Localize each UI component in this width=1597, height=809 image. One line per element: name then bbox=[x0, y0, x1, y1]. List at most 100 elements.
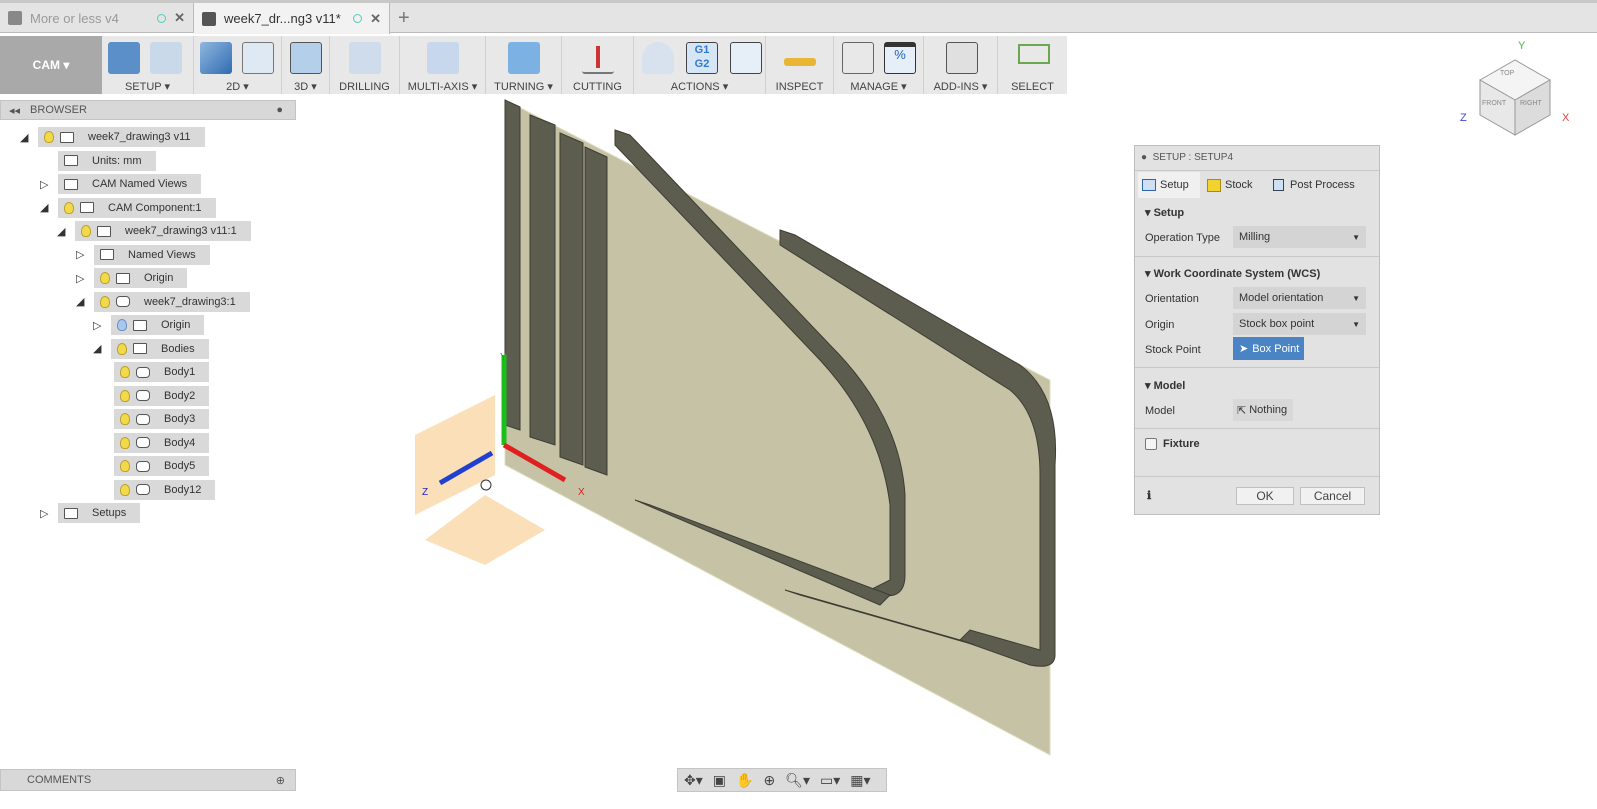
visibility-bulb-icon[interactable] bbox=[117, 319, 127, 331]
close-icon[interactable]: ✕ bbox=[370, 11, 381, 27]
setup-section-header[interactable]: ▾ Setup bbox=[1145, 206, 1184, 219]
checkbox-icon[interactable] bbox=[1145, 438, 1157, 450]
3d-viewport[interactable]: Y X Z bbox=[400, 95, 1100, 765]
new-tab-button[interactable]: + bbox=[390, 3, 418, 33]
simulate-icon[interactable] bbox=[642, 42, 674, 74]
tab-setup[interactable]: Setup bbox=[1138, 172, 1200, 198]
visibility-bulb-icon[interactable] bbox=[81, 225, 91, 237]
display-settings-icon[interactable]: ▭▾ bbox=[820, 772, 840, 789]
setup-sheet-icon[interactable] bbox=[730, 42, 762, 74]
visibility-bulb-icon[interactable] bbox=[64, 201, 74, 214]
browser-item[interactable]: Units: mm bbox=[40, 150, 156, 171]
add-ins-group[interactable]: ADD-INS ▾ bbox=[924, 36, 998, 94]
inspect-group[interactable]: INSPECT bbox=[766, 36, 834, 94]
model-selection-button[interactable]: ⇱ Nothing bbox=[1233, 399, 1293, 421]
visibility-bulb-icon[interactable] bbox=[120, 436, 130, 449]
folder-setup-icon[interactable] bbox=[150, 42, 182, 74]
grid-icon[interactable]: ▦▾ bbox=[850, 772, 870, 789]
expanded-triangle-icon[interactable]: ◢ bbox=[93, 342, 107, 355]
task-manager-icon[interactable]: % bbox=[884, 42, 916, 74]
tab-more-or-less-v4[interactable]: More or less v4 ✕ bbox=[0, 3, 194, 33]
visibility-bulb-icon[interactable] bbox=[117, 342, 127, 355]
browser-item[interactable]: Body3 bbox=[110, 409, 210, 429]
cutting-icon[interactable] bbox=[582, 42, 614, 74]
browser-item-pill[interactable]: Units: mm bbox=[58, 150, 156, 171]
comments-panel[interactable]: COMMENTS ⊕ bbox=[0, 769, 296, 791]
browser-item[interactable]: ◢ Bodies bbox=[93, 338, 209, 359]
setup-group[interactable]: SETUP ▾ bbox=[102, 36, 194, 94]
tab-post-process[interactable]: Post Process bbox=[1269, 172, 1379, 198]
add-comment-icon[interactable]: ⊕ bbox=[276, 774, 285, 787]
model-section-header[interactable]: ▾ Model bbox=[1145, 379, 1185, 392]
3d-group[interactable]: 3D ▾ bbox=[282, 36, 330, 94]
tab-week7-drawing3[interactable]: week7_dr...ng3 v11* ✕ bbox=[194, 3, 390, 34]
browser-item-pill[interactable]: Body3 bbox=[114, 409, 210, 429]
visibility-bulb-icon[interactable] bbox=[100, 295, 110, 308]
browser-item[interactable]: ◢ week7_drawing3 v11:1 bbox=[57, 221, 251, 241]
browser-item[interactable]: ▷ Setups bbox=[40, 503, 141, 523]
browser-item-pill[interactable]: week7_drawing3 v11:1 bbox=[75, 221, 251, 241]
collapsed-triangle-icon[interactable]: ▷ bbox=[40, 507, 54, 520]
minimize-icon[interactable]: ● bbox=[276, 104, 283, 116]
browser-item[interactable]: ▷ Origin bbox=[93, 315, 205, 335]
orientation-select[interactable]: Model orientation ▼ bbox=[1233, 287, 1366, 309]
browser-item-pill[interactable]: Bodies bbox=[111, 338, 209, 359]
scripts-icon[interactable] bbox=[946, 42, 978, 74]
new-setup-icon[interactable] bbox=[108, 42, 140, 74]
browser-item-pill[interactable]: CAM Named Views bbox=[58, 174, 202, 194]
visibility-bulb-icon[interactable] bbox=[120, 366, 130, 378]
visibility-bulb-icon[interactable] bbox=[44, 131, 54, 143]
collapsed-triangle-icon[interactable]: ▷ bbox=[76, 272, 90, 285]
browser-item-pill[interactable]: Origin bbox=[94, 268, 188, 288]
ok-button[interactable]: OK bbox=[1236, 487, 1294, 505]
turning-group[interactable]: TURNING ▾ bbox=[486, 36, 562, 94]
2d-adaptive-icon[interactable] bbox=[200, 42, 232, 74]
stock-point-button[interactable]: ➤ Box Point bbox=[1233, 337, 1304, 360]
view-cube-top[interactable]: TOP bbox=[1500, 70, 1514, 77]
browser-item[interactable]: ◢ week7_drawing3:1 bbox=[76, 291, 250, 312]
look-at-icon[interactable]: ▣ bbox=[713, 772, 726, 789]
browser-item[interactable]: ▷ CAM Named Views bbox=[40, 174, 202, 194]
collapsed-triangle-icon[interactable]: ▷ bbox=[40, 178, 54, 191]
browser-item-pill[interactable]: CAM Component:1 bbox=[58, 197, 216, 218]
select-group[interactable]: SELECT bbox=[998, 36, 1067, 94]
browser-item[interactable]: ◢ week7_drawing3 v11 bbox=[20, 127, 205, 147]
view-cube-front[interactable]: FRONT bbox=[1482, 100, 1506, 107]
tab-stock[interactable]: Stock bbox=[1203, 172, 1265, 198]
3d-clearing-icon[interactable] bbox=[290, 42, 322, 74]
visibility-bulb-icon[interactable] bbox=[120, 413, 130, 425]
browser-item-pill[interactable]: Body1 bbox=[114, 362, 210, 382]
operation-type-select[interactable]: Milling ▼ bbox=[1233, 226, 1366, 248]
multi-axis-group[interactable]: MULTI-AXIS ▾ bbox=[400, 36, 486, 94]
browser-item[interactable]: Body1 bbox=[110, 362, 210, 382]
multi-axis-icon[interactable] bbox=[427, 42, 459, 74]
visibility-bulb-icon[interactable] bbox=[100, 272, 110, 284]
expanded-triangle-icon[interactable]: ◢ bbox=[57, 225, 71, 238]
browser-item[interactable]: ▷ Origin bbox=[76, 268, 188, 288]
browser-item[interactable]: Body5 bbox=[110, 456, 210, 476]
drilling-group[interactable]: DRILLING bbox=[330, 36, 400, 94]
browser-item[interactable]: ▷ Named Views bbox=[76, 244, 210, 265]
close-icon[interactable]: ✕ bbox=[174, 10, 185, 26]
collapse-dialog-icon[interactable]: ● bbox=[1141, 152, 1147, 163]
workspace-switcher[interactable]: CAM ▾ bbox=[0, 36, 102, 94]
view-cube[interactable]: TOP FRONT RIGHT X Y Z bbox=[1460, 40, 1595, 140]
orbit-icon[interactable]: ✥▾ bbox=[684, 772, 703, 789]
visibility-bulb-icon[interactable] bbox=[120, 483, 130, 496]
view-cube-right[interactable]: RIGHT bbox=[1520, 100, 1542, 107]
visibility-bulb-icon[interactable] bbox=[120, 389, 130, 402]
expanded-triangle-icon[interactable]: ◢ bbox=[76, 295, 90, 308]
manage-group[interactable]: % MANAGE ▾ bbox=[834, 36, 924, 94]
measure-icon[interactable] bbox=[784, 58, 816, 66]
fit-icon[interactable]: 🔍︎▾ bbox=[785, 772, 810, 789]
browser-item-pill[interactable]: Body12 bbox=[114, 479, 216, 500]
browser-item-pill[interactable]: Body5 bbox=[114, 456, 210, 476]
fixture-checkbox[interactable]: Fixture bbox=[1145, 438, 1200, 450]
browser-item-pill[interactable]: Origin bbox=[111, 315, 205, 335]
browser-item-pill[interactable]: Body2 bbox=[114, 385, 210, 406]
origin-point[interactable] bbox=[480, 479, 492, 491]
browser-item[interactable]: Body4 bbox=[110, 432, 210, 453]
pan-icon[interactable]: ✋ bbox=[736, 772, 753, 789]
origin-select[interactable]: Stock box point ▼ bbox=[1233, 313, 1366, 335]
post-process-icon[interactable]: G1 G2 bbox=[686, 42, 718, 74]
